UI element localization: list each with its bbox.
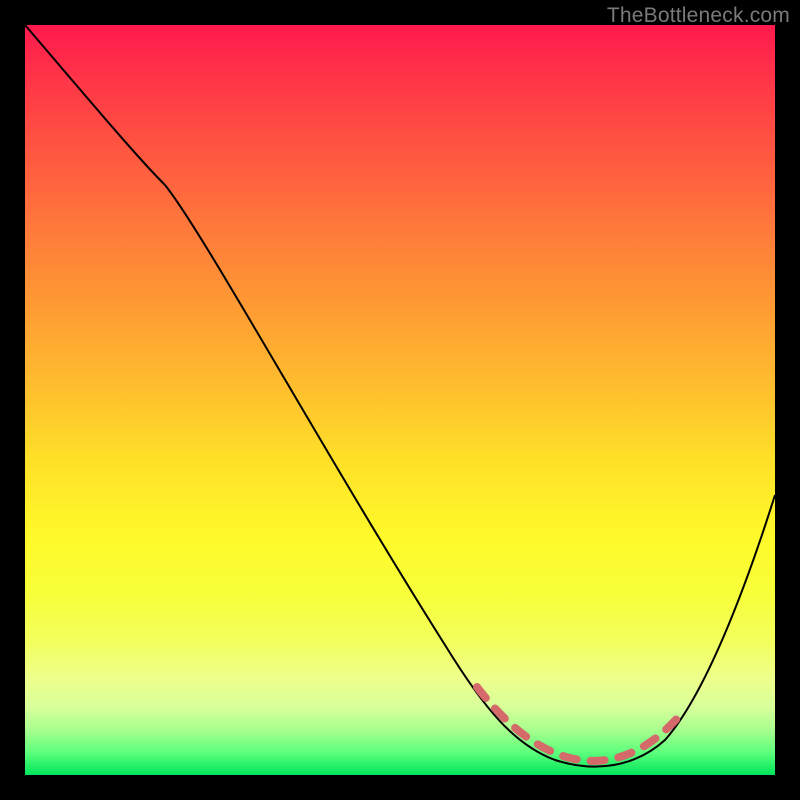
bottleneck-curve bbox=[25, 25, 775, 775]
curve-line bbox=[25, 25, 775, 767]
chart-plot-area bbox=[25, 25, 775, 775]
valley-highlight bbox=[477, 687, 680, 761]
watermark-text: TheBottleneck.com bbox=[607, 4, 790, 28]
